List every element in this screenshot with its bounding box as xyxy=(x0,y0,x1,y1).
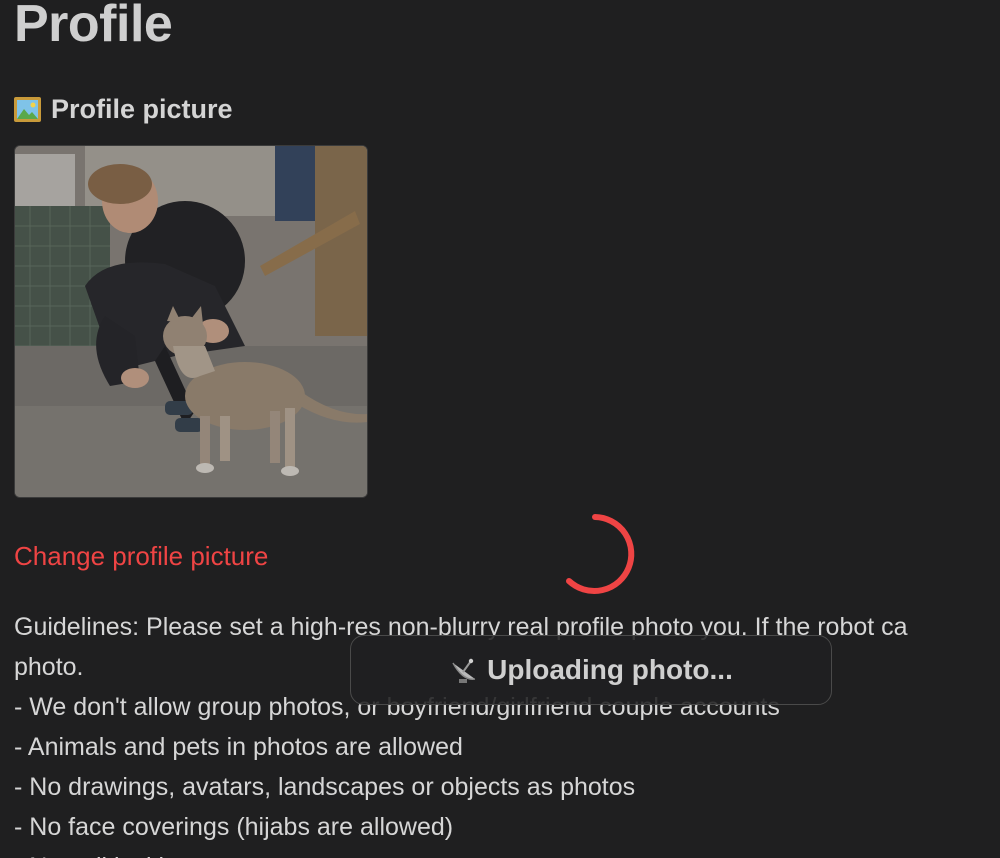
profile-page: Profile Profile picture Change profile p… xyxy=(0,0,1000,858)
guideline-line: - No face coverings (hijabs are allowed) xyxy=(14,813,454,841)
profile-photo[interactable] xyxy=(14,145,368,498)
satellite-dish-icon xyxy=(452,658,476,683)
profile-picture-heading-label: Profile picture xyxy=(51,94,233,124)
loading-spinner-icon xyxy=(566,514,635,594)
upload-toast: Uploading photo... xyxy=(350,635,832,705)
framed-picture-icon xyxy=(14,97,41,122)
page-title: Profile xyxy=(14,0,173,53)
guideline-line: - No political imagery xyxy=(14,847,1000,858)
profile-photo-image xyxy=(15,146,367,497)
change-profile-picture-link[interactable]: Change profile picture xyxy=(14,541,268,572)
guideline-line: - Animals and pets in photos are allowed xyxy=(14,733,463,761)
profile-picture-heading: Profile picture xyxy=(14,94,233,125)
guideline-line: - No drawings, avatars, landscapes or ob… xyxy=(14,773,636,801)
upload-toast-text: Uploading photo... xyxy=(487,654,733,685)
